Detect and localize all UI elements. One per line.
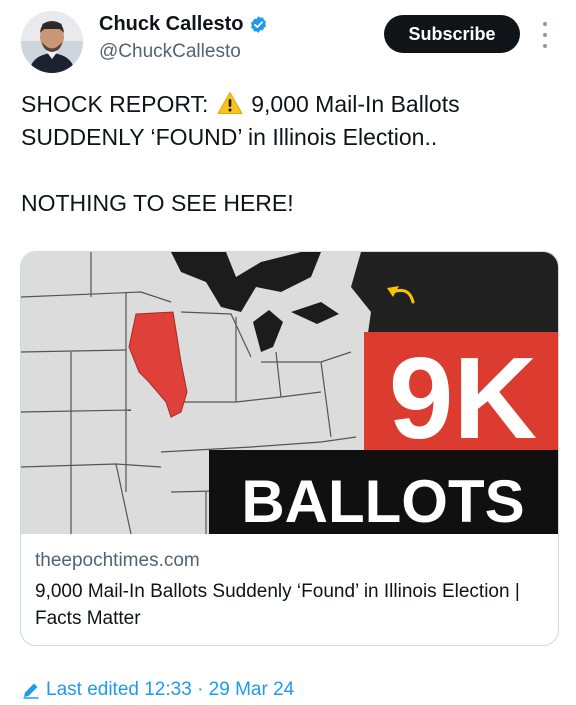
author-handle[interactable]: @ChuckCallesto — [99, 41, 241, 63]
author-name-row[interactable]: Chuck Callesto — [99, 13, 268, 36]
tweet-line2: SUDDENLY ‘FOUND’ in Illinois Election.. — [21, 124, 438, 150]
last-edited-text[interactable]: Last edited 12:33 · 29 Mar 24 — [46, 679, 294, 701]
card-title[interactable]: 9,000 Mail-In Ballots Suddenly ‘Found’ i… — [35, 578, 545, 632]
link-preview-card[interactable]: 9K BALLOTS theepochtimes.com 9,000 Mail-… — [20, 251, 559, 646]
card-image[interactable]: 9K BALLOTS — [21, 252, 558, 534]
last-edited-link[interactable]: Last edited 12:33 · 29 Mar 24 — [22, 679, 294, 701]
tweet-text: SHOCK REPORT: 9,000 Mail-In Ballots SUDD… — [21, 88, 551, 220]
tweet-line1-end: 9,000 Mail-In Ballots — [244, 91, 460, 117]
card-image-9k-text: 9K — [389, 333, 537, 463]
tweet-line3: NOTHING TO SEE HERE! — [21, 190, 294, 216]
author-name[interactable]: Chuck Callesto — [99, 13, 243, 36]
card-image-ballots-text: BALLOTS — [241, 468, 524, 534]
more-options-icon[interactable] — [538, 22, 552, 48]
warning-icon — [217, 91, 243, 115]
tweet-line1-start: SHOCK REPORT: — [21, 91, 215, 117]
subscribe-button[interactable]: Subscribe — [384, 15, 520, 53]
edit-pencil-icon — [22, 681, 40, 699]
avatar[interactable] — [21, 11, 83, 73]
card-domain: theepochtimes.com — [35, 550, 200, 571]
verified-badge-icon — [249, 15, 268, 34]
